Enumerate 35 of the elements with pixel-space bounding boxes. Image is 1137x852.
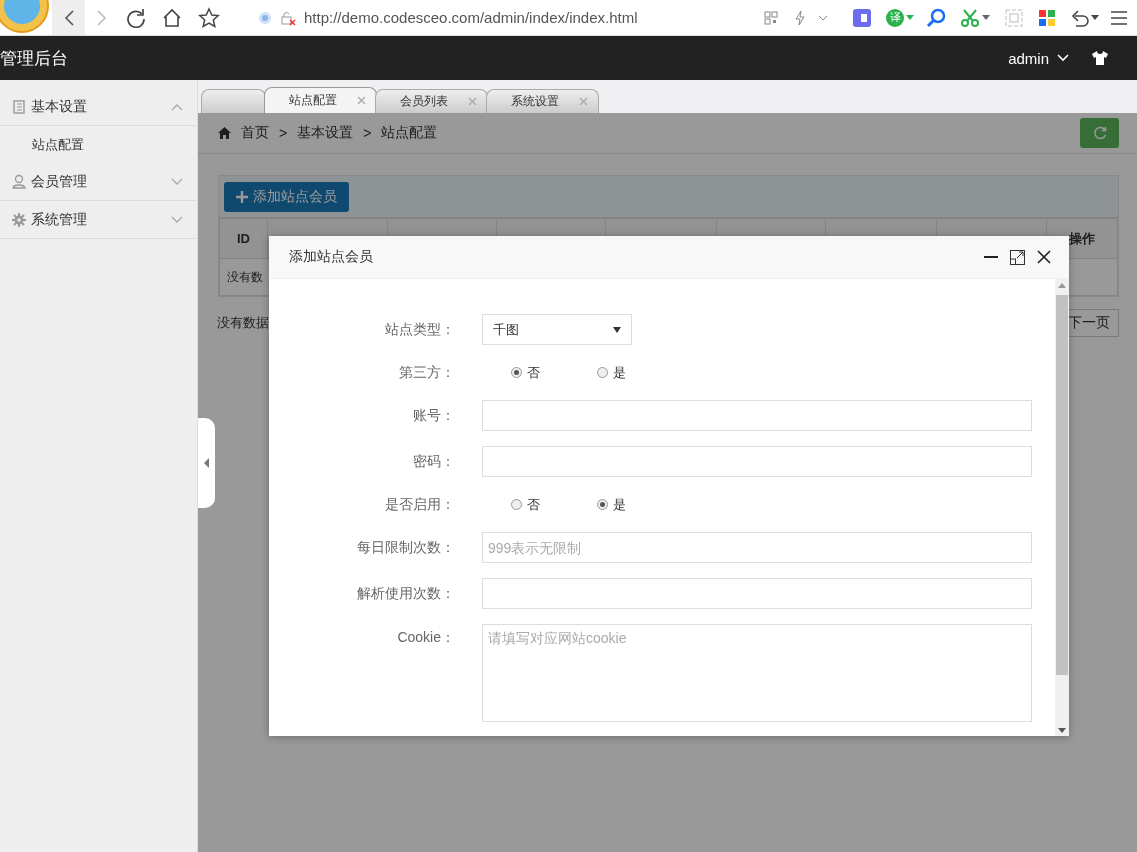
- field-label: Cookie：: [396, 628, 455, 647]
- radio-option[interactable]: 是: [597, 495, 683, 514]
- field-label: 账号：: [412, 406, 455, 425]
- breadcrumb-link[interactable]: 首页: [241, 124, 269, 142]
- breadcrumb-separator: >: [363, 125, 372, 141]
- breadcrumb-link[interactable]: 站点配置: [381, 124, 438, 142]
- tab[interactable]: 站点配置: [264, 87, 377, 113]
- sidebar-item[interactable]: 会员管理: [0, 163, 197, 201]
- field-label: 解析使用次数：: [356, 584, 455, 603]
- empty-message: 没有数: [227, 269, 263, 284]
- user-menu[interactable]: admin: [1008, 49, 1069, 67]
- tab[interactable]: 会员列表: [375, 89, 488, 113]
- text-area[interactable]: 请填写对应网站cookie: [482, 624, 1032, 722]
- field-label: 是否启用：: [384, 495, 455, 514]
- address-field[interactable]: http://demo.codesceo.com/admin/index/index.html: [304, 9, 638, 26]
- dialog-title: 添加站点会员: [289, 248, 374, 266]
- tab[interactable]: 系统设置: [486, 89, 599, 113]
- field-label: 每日限制次数：: [356, 538, 455, 557]
- breadcrumb-link[interactable]: 基本设置: [297, 124, 354, 142]
- breadcrumb-separator: >: [279, 125, 288, 141]
- sidebar-item[interactable]: 基本设置: [0, 88, 197, 126]
- select-field[interactable]: 千图: [482, 314, 632, 345]
- radio-option[interactable]: 否: [511, 495, 597, 514]
- column-header: 操作: [1068, 230, 1095, 246]
- pagination-info: 没有数据: [217, 314, 269, 332]
- field-label: 第三方：: [398, 363, 455, 382]
- radio-option[interactable]: 否: [511, 363, 597, 382]
- radio-option[interactable]: 是: [597, 363, 683, 382]
- sidebar-subitem[interactable]: 站点配置: [0, 126, 197, 163]
- input-field[interactable]: 999表示无限制: [482, 532, 1032, 563]
- column-header: ID: [236, 231, 250, 246]
- sidebar-item[interactable]: 系统管理: [0, 201, 197, 239]
- field-label: 密码：: [412, 452, 455, 471]
- app-title: 管理后台: [0, 47, 69, 70]
- field-label: 站点类型：: [384, 320, 455, 339]
